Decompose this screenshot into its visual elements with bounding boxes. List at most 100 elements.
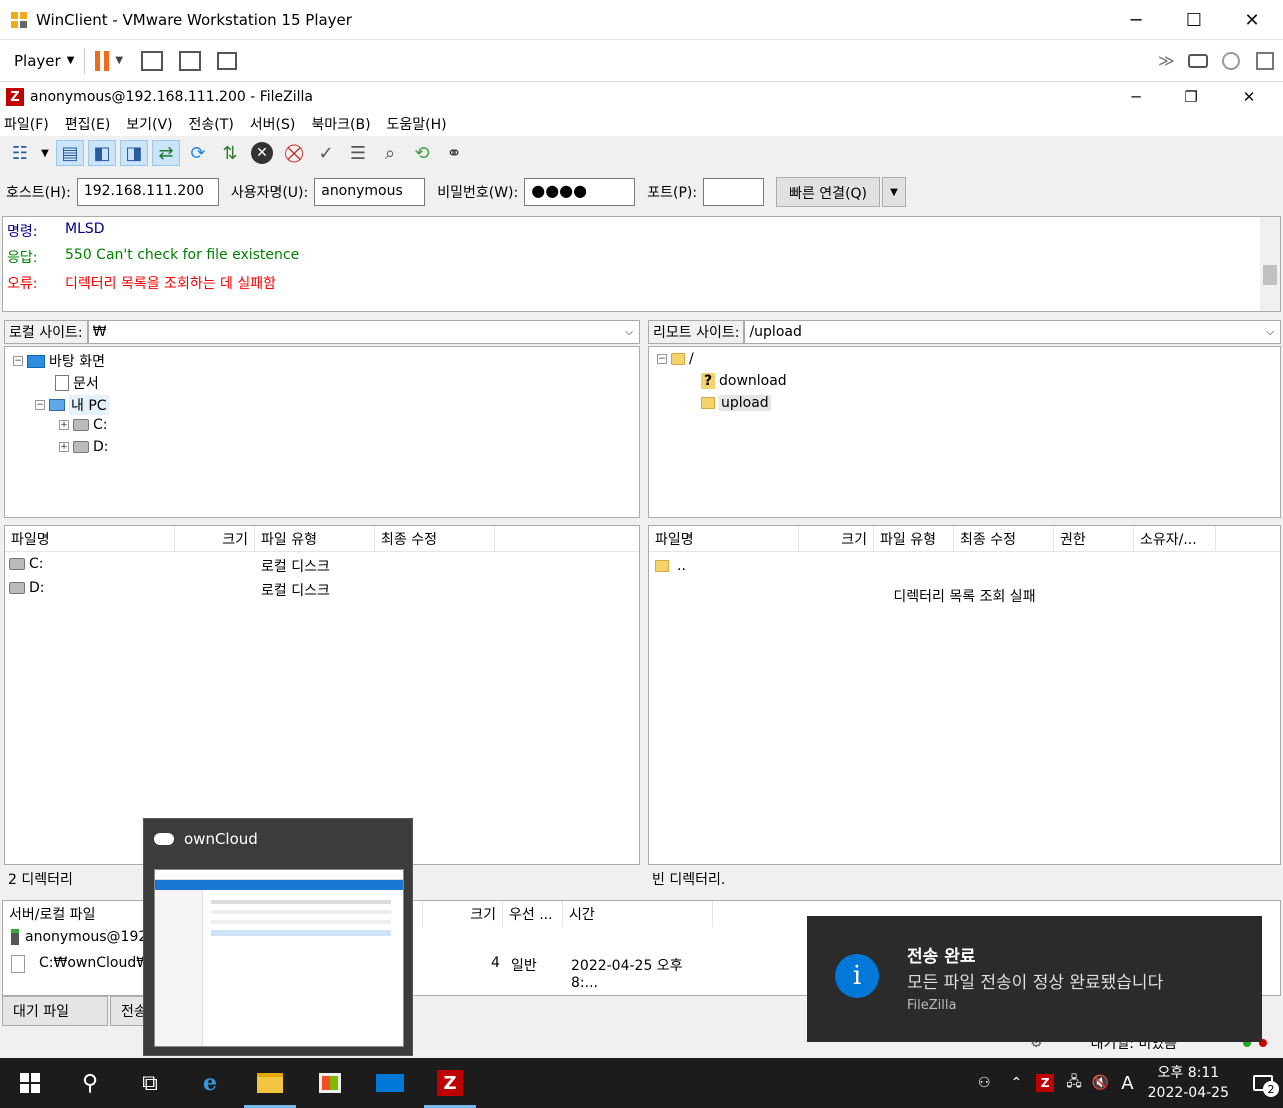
- unity-icon[interactable]: [217, 51, 238, 70]
- queue-server-row[interactable]: anonymous@192.: [11, 929, 152, 945]
- sync-browse-icon[interactable]: ⟲: [408, 140, 436, 166]
- local-tree[interactable]: − 바탕 화면 문서 − 내 PC + C: + D:: [4, 346, 640, 518]
- cancel-icon[interactable]: ✕: [248, 140, 276, 166]
- vm-close-button[interactable]: ✕: [1223, 0, 1281, 40]
- toggle-local-tree-icon[interactable]: ◧: [88, 140, 116, 166]
- player-menu-button[interactable]: Player ▼: [14, 52, 74, 70]
- edge-icon[interactable]: e: [180, 1058, 240, 1108]
- list-item[interactable]: D:: [9, 580, 45, 596]
- disconnect-icon[interactable]: ⛒: [280, 140, 308, 166]
- hdd-icon[interactable]: [1188, 53, 1208, 68]
- local-path-input[interactable]: ₩ ⌵: [87, 320, 640, 344]
- remote-path-input[interactable]: /upload ⌵: [744, 320, 1281, 344]
- col-size[interactable]: 크기: [175, 525, 255, 552]
- col-filename[interactable]: 파일명: [649, 525, 799, 552]
- taskbar-thumbnail-preview[interactable]: ownCloud: [143, 818, 413, 1056]
- menu-transfer[interactable]: 전송(T): [189, 114, 234, 134]
- file-explorer-icon[interactable]: [240, 1058, 300, 1108]
- col-modified[interactable]: 최종 수정: [375, 525, 495, 552]
- fz-minimize-button[interactable]: ─: [1107, 82, 1165, 112]
- tree-node-documents[interactable]: 문서: [55, 373, 99, 393]
- toggle-queue-icon[interactable]: ⇄: [152, 140, 180, 166]
- mail-icon[interactable]: [360, 1058, 420, 1108]
- task-view-icon[interactable]: ⧉: [120, 1058, 180, 1108]
- col-type[interactable]: 파일 유형: [255, 525, 375, 552]
- remote-file-list[interactable]: 파일명 크기 파일 유형 최종 수정 권한 소유자/... .. 디렉터리 목록…: [648, 525, 1281, 865]
- quickconnect-button[interactable]: 빠른 연결(Q): [776, 177, 881, 207]
- toggle-remote-tree-icon[interactable]: ◨: [120, 140, 148, 166]
- menu-file[interactable]: 파일(F): [4, 114, 49, 134]
- tree-node-this-pc[interactable]: − 내 PC: [35, 395, 109, 415]
- tree-node-c[interactable]: + C:: [59, 417, 108, 433]
- col-type[interactable]: 파일 유형: [874, 525, 954, 552]
- menu-view[interactable]: 보기(V): [126, 114, 172, 134]
- remote-tree[interactable]: − / ? download upload: [648, 346, 1281, 518]
- username-input[interactable]: anonymous: [314, 178, 426, 206]
- pause-vm-button[interactable]: ▼: [95, 50, 123, 71]
- reconnect-icon[interactable]: ✓: [312, 140, 340, 166]
- message-log[interactable]: 명령: MLSD 응답: 550 Can't check for file ex…: [2, 216, 1281, 312]
- toast-notification[interactable]: i 전송 완료 모든 파일 전송이 정상 완료됐습니다 FileZilla: [807, 916, 1262, 1042]
- col-size[interactable]: 크기: [799, 525, 874, 552]
- cd-icon[interactable]: [1222, 51, 1240, 70]
- search-icon[interactable]: ⚭: [440, 140, 468, 166]
- clock[interactable]: 오후 8:11 2022-04-25: [1148, 1063, 1229, 1103]
- search-icon[interactable]: ⚲: [60, 1058, 120, 1108]
- col-permissions[interactable]: 권한: [1054, 525, 1134, 552]
- collapse-icon[interactable]: −: [657, 354, 667, 364]
- fullscreen-icon[interactable]: [179, 50, 202, 71]
- fz-close-button[interactable]: ✕: [1220, 82, 1278, 112]
- menu-help[interactable]: 도움말(H): [387, 114, 447, 134]
- site-manager-icon[interactable]: ☷: [6, 140, 34, 166]
- col-size[interactable]: 크기: [423, 901, 503, 927]
- network-icon[interactable]: 🖧: [1066, 1071, 1082, 1095]
- col-filename[interactable]: 파일명: [5, 525, 175, 552]
- tree-node-d[interactable]: + D:: [59, 439, 109, 455]
- refresh-icon[interactable]: ⟳: [184, 140, 212, 166]
- tree-node-upload[interactable]: upload: [701, 395, 771, 411]
- quickconnect-dropdown-icon[interactable]: ▼: [882, 177, 907, 207]
- log-scrollbar[interactable]: [1260, 217, 1280, 311]
- fz-maximize-button[interactable]: ❐: [1162, 82, 1220, 112]
- password-input[interactable]: ●●●●: [524, 178, 636, 206]
- toggle-log-icon[interactable]: ▤: [56, 140, 84, 166]
- process-queue-icon[interactable]: ⇅: [216, 140, 244, 166]
- menu-edit[interactable]: 편집(E): [65, 114, 111, 134]
- expand-icon[interactable]: +: [59, 420, 69, 430]
- expand-icon[interactable]: +: [59, 442, 69, 452]
- directory-filter-icon[interactable]: ☰: [344, 140, 372, 166]
- vm-minimize-button[interactable]: ─: [1107, 0, 1165, 40]
- menu-server[interactable]: 서버(S): [250, 114, 296, 134]
- more-devices-icon[interactable]: ≫: [1158, 51, 1175, 70]
- collapse-icon[interactable]: −: [35, 400, 45, 410]
- vm-maximize-button[interactable]: ☐: [1165, 0, 1223, 40]
- tab-queued-files[interactable]: 대기 파일: [2, 996, 108, 1026]
- people-icon[interactable]: ⚇: [978, 1075, 991, 1091]
- col-priority[interactable]: 우선 ...: [503, 901, 563, 927]
- filezilla-taskbar-icon[interactable]: Z: [420, 1058, 480, 1108]
- notification-center-icon[interactable]: 2: [1243, 1075, 1283, 1097]
- tree-node-download[interactable]: ? download: [701, 373, 787, 389]
- compare-icon[interactable]: ⌕: [376, 140, 404, 166]
- tree-node-desktop[interactable]: − 바탕 화면: [13, 351, 105, 371]
- chevron-up-icon[interactable]: ⌃: [1011, 1075, 1023, 1091]
- filezilla-tray-icon[interactable]: Z: [1036, 1074, 1055, 1092]
- col-owner[interactable]: 소유자/...: [1134, 525, 1216, 552]
- col-modified[interactable]: 최종 수정: [954, 525, 1054, 552]
- list-item[interactable]: C:: [9, 556, 44, 572]
- local-file-list[interactable]: 파일명 크기 파일 유형 최종 수정 C: 로컬 디스크 D: 로컬 디스크: [4, 525, 640, 865]
- start-button[interactable]: [0, 1058, 60, 1108]
- store-icon[interactable]: [300, 1058, 360, 1108]
- port-input[interactable]: [703, 178, 765, 206]
- host-input[interactable]: 192.168.111.200: [76, 178, 219, 206]
- volume-muted-icon[interactable]: 🔇: [1092, 1075, 1109, 1091]
- tree-node-root[interactable]: − /: [657, 351, 694, 367]
- ime-indicator[interactable]: A: [1121, 1073, 1133, 1094]
- col-time[interactable]: 시간: [563, 901, 713, 927]
- list-item[interactable]: ..: [655, 558, 686, 574]
- menu-bookmarks[interactable]: 북마크(B): [311, 114, 370, 134]
- network-icon[interactable]: [1256, 51, 1274, 70]
- send-ctrl-alt-del-icon[interactable]: [141, 50, 164, 71]
- collapse-icon[interactable]: −: [13, 356, 23, 366]
- chevron-down-icon[interactable]: ▼: [38, 140, 52, 166]
